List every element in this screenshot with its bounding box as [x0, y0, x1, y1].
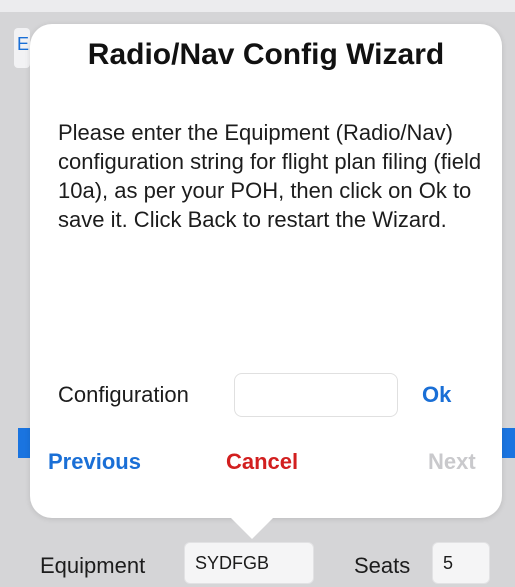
dialog-message: Please enter the Equipment (Radio/Nav) c…	[58, 120, 482, 232]
dialog-title: Radio/Nav Config Wizard	[87, 38, 445, 71]
equipment-field[interactable]: SYDFGB	[184, 542, 314, 584]
popover-arrow	[230, 517, 274, 539]
next-button-disabled: Next	[428, 449, 476, 474]
config-wizard-popover: Radio/Nav Config Wizard Please enter the…	[30, 24, 502, 518]
configuration-label: Configuration	[58, 382, 189, 407]
seats-field[interactable]: 5	[432, 542, 490, 584]
background-edge-letter: E	[17, 34, 30, 54]
seats-label: Seats	[354, 553, 411, 578]
background-top-bar	[0, 0, 515, 12]
previous-button[interactable]: Previous	[48, 449, 141, 475]
ok-button[interactable]: Ok	[422, 382, 451, 408]
configuration-input[interactable]	[234, 373, 398, 417]
cancel-button[interactable]: Cancel	[226, 449, 298, 475]
equipment-label: Equipment	[40, 553, 146, 578]
